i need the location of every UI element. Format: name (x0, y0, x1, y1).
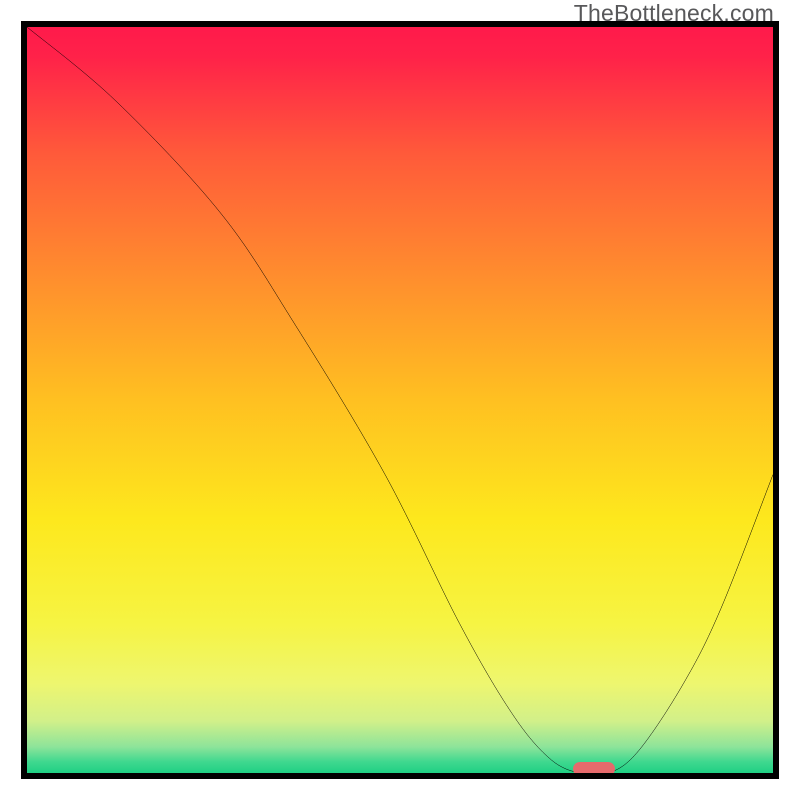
chart-frame (21, 21, 779, 779)
chart-marker (573, 762, 615, 776)
chart-curve (27, 27, 773, 773)
